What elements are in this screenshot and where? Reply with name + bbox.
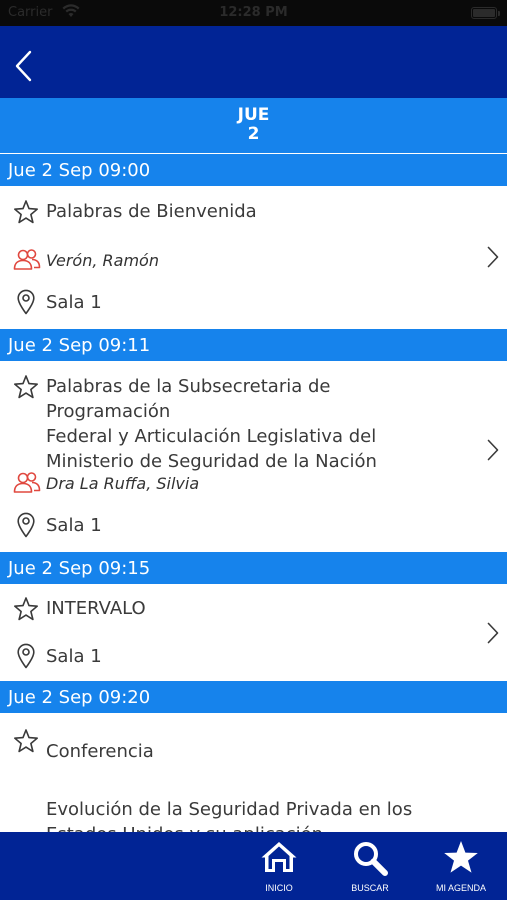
section-header: Jue 2 Sep 09:11 [0,328,507,361]
event-title: Palabras de la Subsecretaria de Programa… [46,376,377,472]
schedule-list[interactable]: Jue 2 Sep 09:00 Palabras de Bienvenida V… [0,153,507,832]
star-icon [443,840,479,880]
event-room: Sala 1 [46,646,102,667]
tab-mi-agenda[interactable]: MI AGENDA [425,832,497,900]
section-header: Jue 2 Sep 09:15 [0,551,507,584]
tab-inicio[interactable]: INICIO [243,832,315,900]
status-bar: Carrier 12:28 PM [0,0,507,26]
chevron-left-icon [15,50,32,82]
event-item[interactable]: Conferencia Evolución de la Seguridad Pr… [0,713,507,832]
chevron-right-icon[interactable] [485,243,501,271]
event-room: Sala 1 [46,292,102,313]
event-item[interactable]: Palabras de Bienvenida Verón, Ramón Sala… [0,186,507,328]
event-description: Evolución de la Seguridad Privada en los… [46,799,413,832]
tab-buscar[interactable]: BUSCAR [334,832,406,900]
location-pin-icon [17,643,35,673]
tab-label: MI AGENDA [435,883,486,893]
search-icon [352,840,388,880]
speaker-icon [13,472,41,498]
chevron-right-icon[interactable] [485,436,501,464]
back-button[interactable] [6,48,42,84]
tab-label: BUSCAR [351,883,389,893]
day-header: JUE 2 [0,98,507,153]
speaker-icon [13,249,41,275]
navigation-bar [0,26,507,98]
event-item[interactable]: INTERVALO Sala 1 [0,584,507,680]
tab-label: INICIO [265,883,293,893]
clock: 12:28 PM [219,5,288,20]
home-icon [260,840,298,878]
section-header: Jue 2 Sep 09:00 [0,153,507,186]
day-header-weekday: JUE [237,105,270,125]
battery-icon [471,7,500,19]
event-title: Palabras de Bienvenida [46,201,257,222]
event-room: Sala 1 [46,515,102,536]
chevron-right-icon[interactable] [485,619,501,647]
event-speaker: Dra La Ruffa, Silvia [46,474,200,493]
location-pin-icon [17,512,35,542]
star-outline-icon[interactable] [13,728,39,758]
event-title: INTERVALO [46,598,146,619]
location-pin-icon [17,289,35,319]
tab-bar: INICIO BUSCAR MI AGENDA [0,832,507,900]
star-outline-icon[interactable] [13,596,39,626]
event-speaker: Verón, Ramón [46,251,159,270]
section-header: Jue 2 Sep 09:20 [0,680,507,713]
star-outline-icon[interactable] [13,374,39,404]
star-outline-icon[interactable] [13,199,39,229]
event-item[interactable]: Palabras de la Subsecretaria de Programa… [0,361,507,551]
event-title: Conferencia [46,741,154,762]
day-header-day: 2 [247,124,260,144]
